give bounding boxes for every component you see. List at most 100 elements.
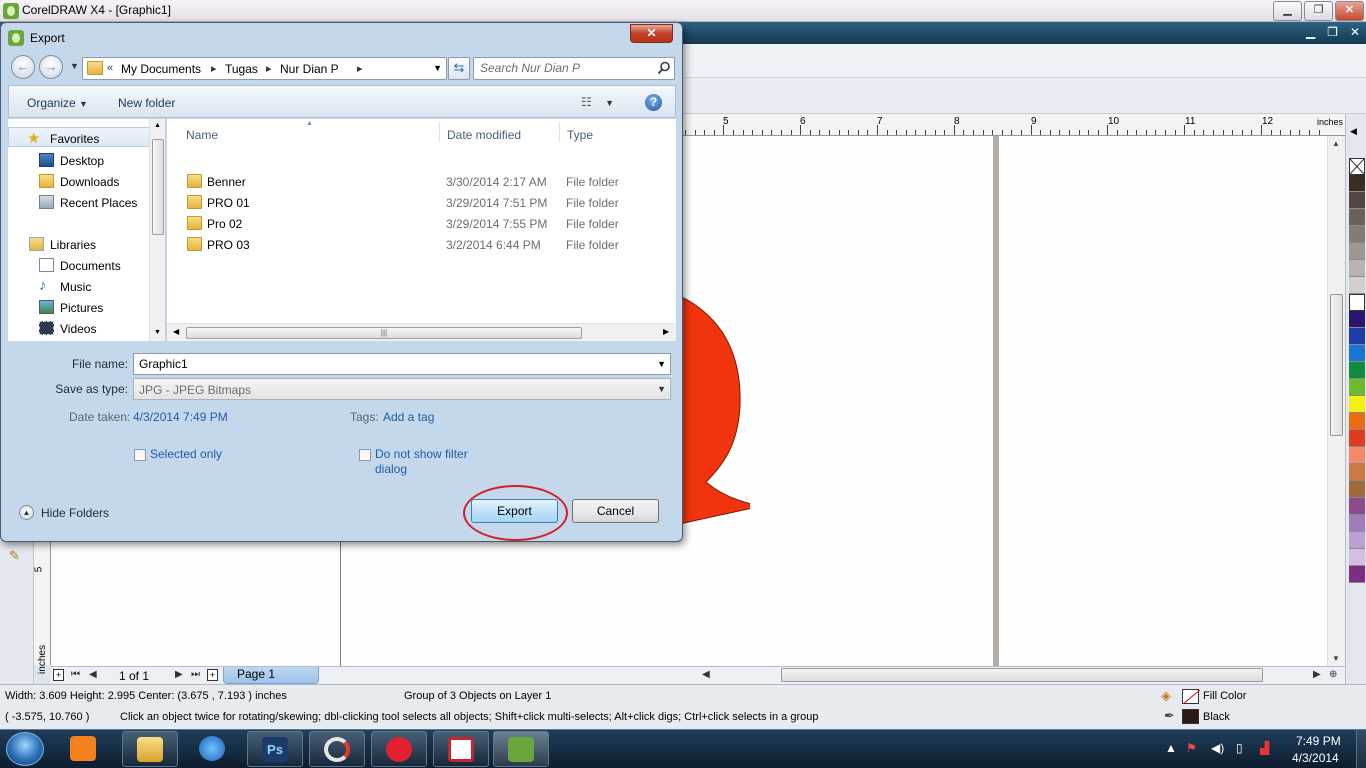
organize-button[interactable]: Organize ▼ <box>27 96 88 110</box>
palette-swatch[interactable] <box>1349 175 1365 192</box>
dialog-close-button[interactable]: ✕ <box>630 24 673 43</box>
search-input[interactable] <box>480 61 650 75</box>
red-graphic-shape[interactable] <box>680 296 750 526</box>
palette-swatch[interactable] <box>1349 447 1365 464</box>
nav-recent-places[interactable]: Recent Places <box>8 192 153 212</box>
file-row[interactable]: Benner 3/30/2014 2:17 AM File folder <box>167 171 676 192</box>
start-button[interactable] <box>6 732 44 766</box>
palette-swatch[interactable] <box>1349 515 1365 532</box>
no-color-swatch[interactable] <box>1349 158 1365 175</box>
back-arrow-icon[interactable]: ← <box>11 55 35 79</box>
smart-fill-tool-icon[interactable]: ✎ <box>9 548 20 564</box>
dialog-titlebar[interactable]: Export ✕ <box>1 23 682 51</box>
palette-swatch[interactable] <box>1349 362 1365 379</box>
tray-flag-icon[interactable]: ⚑ <box>1186 741 1197 755</box>
search-icon[interactable] <box>657 61 671 75</box>
clock-date[interactable]: 4/3/2014 <box>1292 751 1339 765</box>
file-list-horizontal-scrollbar[interactable]: ◀ ||| ▶ <box>167 323 676 341</box>
nav-favorites[interactable]: ★ Favorites <box>8 127 153 147</box>
palette-swatch[interactable] <box>1349 532 1365 549</box>
palette-swatch[interactable] <box>1349 549 1365 566</box>
palette-swatch[interactable] <box>1349 464 1365 481</box>
close-button[interactable]: ✕ <box>1335 1 1364 21</box>
palette-swatch[interactable] <box>1349 260 1365 277</box>
file-list-scroll-thumb[interactable]: ||| <box>186 327 582 339</box>
scroll-up-icon[interactable]: ▲ <box>1332 139 1340 148</box>
file-row[interactable]: PRO 01 3/29/2014 7:51 PM File folder <box>167 192 676 213</box>
palette-swatch[interactable] <box>1349 379 1365 396</box>
chevron-down-icon[interactable]: ▼ <box>657 384 666 394</box>
column-divider[interactable] <box>439 122 440 142</box>
chevron-down-icon[interactable]: ▼ <box>657 359 666 369</box>
breadcrumb[interactable]: « My Documents ▸ Tugas ▸ Nur Dian P ▸ ▼ <box>82 57 447 80</box>
show-desktop-button[interactable] <box>1356 730 1366 768</box>
file-name-input[interactable] <box>139 357 649 371</box>
breadcrumb-my-documents[interactable]: My Documents <box>121 62 201 76</box>
breadcrumb-nur-dian-p[interactable]: Nur Dian P <box>280 62 339 76</box>
help-button[interactable]: ? <box>645 94 662 111</box>
refresh-button[interactable]: ⇆ <box>448 57 470 80</box>
breadcrumb-chevron-icon[interactable]: ▸ <box>266 62 272 75</box>
breadcrumb-tugas[interactable]: Tugas <box>225 62 258 76</box>
palette-swatch[interactable] <box>1349 345 1365 362</box>
outline-color-swatch[interactable] <box>1182 709 1199 724</box>
fill-color-swatch[interactable] <box>1182 689 1199 704</box>
canvas-horizontal-scroll-thumb[interactable] <box>781 668 1263 682</box>
palette-swatch[interactable] <box>1349 481 1365 498</box>
palette-swatch[interactable] <box>1349 209 1365 226</box>
save-as-type-select[interactable]: JPG - JPEG Bitmaps ▼ <box>133 378 671 400</box>
address-dropdown-icon[interactable]: ▼ <box>433 63 442 73</box>
nav-pictures[interactable]: Pictures <box>8 297 153 317</box>
taskbar-app-red[interactable] <box>371 731 427 767</box>
canvas-vertical-scrollbar[interactable]: ▲ ▼ <box>1327 136 1345 666</box>
date-taken-value[interactable]: 4/3/2014 7:49 PM <box>133 410 228 424</box>
doc-minimize-icon[interactable]: ▁ <box>1306 25 1315 39</box>
palette-swatch[interactable] <box>1349 294 1365 311</box>
search-box[interactable] <box>473 57 675 80</box>
scroll-left-icon[interactable]: ◀ <box>173 327 179 336</box>
canvas-vertical-scroll-thumb[interactable] <box>1330 294 1343 436</box>
tray-battery-icon[interactable]: ▯ <box>1236 741 1243 755</box>
palette-swatch[interactable] <box>1349 396 1365 413</box>
minimize-button[interactable]: ▁ <box>1273 1 1302 21</box>
next-page-icon[interactable]: ▶ <box>175 669 183 680</box>
file-row[interactable]: Pro 02 3/29/2014 7:55 PM File folder <box>167 213 676 234</box>
column-type[interactable]: Type <box>567 119 593 145</box>
doc-close-icon[interactable]: ✕ <box>1350 25 1360 39</box>
palette-swatch[interactable] <box>1349 328 1365 345</box>
tags-value[interactable]: Add a tag <box>383 410 434 424</box>
checkbox-box[interactable] <box>134 449 146 461</box>
tray-network-icon[interactable]: ▟ <box>1260 741 1269 755</box>
nav-documents[interactable]: Documents <box>8 255 153 275</box>
tray-show-hidden-icon[interactable]: ▲ <box>1165 741 1177 755</box>
doc-restore-icon[interactable]: ❐ <box>1327 25 1338 39</box>
taskbar-explorer[interactable] <box>122 731 178 767</box>
tray-volume-icon[interactable]: ◀) <box>1211 741 1224 755</box>
nav-libraries[interactable]: Libraries <box>8 234 153 254</box>
scroll-up-icon[interactable]: ▲ <box>154 122 161 129</box>
palette-swatch[interactable] <box>1349 430 1365 447</box>
column-name[interactable]: Name <box>186 119 218 145</box>
breadcrumb-overflow[interactable]: « <box>107 62 113 74</box>
palette-swatch[interactable] <box>1349 413 1365 430</box>
restore-button[interactable]: ❐ <box>1304 1 1333 21</box>
zoom-icon[interactable]: ⊕ <box>1329 669 1337 680</box>
prev-page-icon[interactable]: ◀ <box>89 669 97 680</box>
nav-pane-scroll-thumb[interactable] <box>152 139 164 235</box>
cancel-button[interactable]: Cancel <box>572 499 659 523</box>
forward-arrow-icon[interactable]: → <box>39 55 63 79</box>
palette-swatch[interactable] <box>1349 277 1365 294</box>
selected-only-checkbox[interactable]: Selected only <box>134 447 254 463</box>
nav-desktop[interactable]: Desktop <box>8 150 153 170</box>
nav-videos[interactable]: Videos <box>8 318 153 338</box>
scroll-right-icon[interactable]: ▶ <box>1313 669 1321 680</box>
scroll-down-icon[interactable]: ▼ <box>1332 654 1340 663</box>
nav-music[interactable]: ♪ Music <box>8 276 153 296</box>
no-filter-dialog-checkbox[interactable]: Do not show filter dialog <box>359 447 499 479</box>
taskbar-app-circle[interactable] <box>309 731 365 767</box>
breadcrumb-chevron-icon[interactable]: ▸ <box>357 62 363 75</box>
taskbar-photoshop[interactable]: Ps <box>247 731 303 767</box>
palette-swatch[interactable] <box>1349 192 1365 209</box>
recent-pages-dropdown-icon[interactable]: ▼ <box>70 61 79 71</box>
change-view-button[interactable]: ☷ ▼ <box>581 95 621 111</box>
